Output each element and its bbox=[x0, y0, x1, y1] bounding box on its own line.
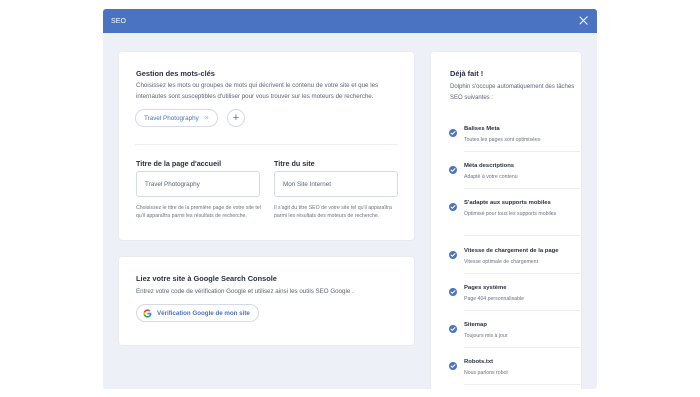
done-item-title: Balises Meta bbox=[464, 126, 500, 132]
keyword-tag[interactable]: Travel Photography × bbox=[135, 109, 218, 127]
check-icon bbox=[449, 166, 457, 174]
done-item-title: Méta descriptions bbox=[464, 163, 515, 169]
homepage-title-label: Titre de la page d'accueil bbox=[136, 159, 222, 168]
homepage-title-help: Choisissez le titre de la première page … bbox=[136, 205, 261, 219]
site-title-help: Il s'agit du titre SEO de votre site tel… bbox=[274, 205, 392, 219]
seo-modal: SEO Gestion des mots-clés Choisissez les… bbox=[103, 9, 597, 389]
google-icon bbox=[143, 308, 152, 318]
done-item-subtitle: Nous parlons robot bbox=[464, 370, 508, 376]
check-icon bbox=[449, 251, 457, 259]
already-done-title: Déjà fait ! bbox=[450, 69, 484, 78]
modal-title: SEO bbox=[111, 17, 127, 25]
divider bbox=[135, 144, 398, 145]
search-console-card: Liez votre site à Google Search Console … bbox=[119, 257, 414, 345]
already-done-description: Dolphin s'occupe automatiquement des tâc… bbox=[450, 84, 575, 101]
divider bbox=[464, 151, 580, 152]
site-title-label: Titre du site bbox=[274, 159, 315, 168]
divider bbox=[464, 347, 580, 348]
homepage-title-input[interactable]: Travel Photography bbox=[136, 171, 260, 197]
divider bbox=[464, 188, 580, 189]
divider bbox=[464, 235, 580, 236]
remove-tag-icon[interactable]: × bbox=[205, 115, 209, 122]
site-title-input[interactable]: Mon Site Internet bbox=[274, 171, 398, 197]
already-done-card: Déjà fait ! Dolphin s'occupe automatique… bbox=[431, 52, 581, 389]
search-console-description: Entrez votre code de vérification Google… bbox=[136, 288, 354, 295]
divider bbox=[464, 310, 580, 311]
done-item-subtitle: Vitesse optimale de chargement bbox=[464, 259, 539, 265]
done-item-subtitle: Toujours mis à jour bbox=[464, 333, 508, 339]
done-item-subtitle: Optimisé pour tous les supports mobiles bbox=[464, 211, 557, 217]
check-icon bbox=[449, 129, 457, 137]
google-verification-button[interactable]: Vérification Google de mon site bbox=[136, 304, 259, 322]
done-item-subtitle: Adapté à votre contenu bbox=[464, 174, 518, 180]
modal-header: SEO bbox=[103, 9, 597, 33]
google-verification-label: Vérification Google de mon site bbox=[157, 309, 250, 317]
done-item-subtitle: Toutes les pages sont optimisées bbox=[464, 137, 541, 143]
done-item-title: Pages système bbox=[464, 285, 507, 291]
done-item-subtitle: Page 404 personnalisable bbox=[464, 296, 524, 302]
keywords-card: Gestion des mots-clés Choisissez les mot… bbox=[119, 52, 414, 240]
done-item-title: Robots.txt bbox=[464, 359, 494, 365]
done-item-title: Vitesse de chargement de la page bbox=[464, 248, 559, 254]
keywords-description: Choisissez les mots ou groupes de mots q… bbox=[136, 82, 379, 100]
search-console-title: Liez votre site à Google Search Console bbox=[136, 274, 277, 283]
keywords-title: Gestion des mots-clés bbox=[136, 69, 215, 78]
close-icon[interactable] bbox=[577, 15, 589, 27]
done-item-title: Sitemap bbox=[464, 322, 487, 328]
divider bbox=[464, 384, 580, 385]
check-icon bbox=[449, 362, 457, 370]
check-icon bbox=[449, 203, 457, 211]
done-item-title: S'adapte aux supports mobiles bbox=[464, 200, 551, 206]
check-icon bbox=[449, 288, 457, 296]
divider bbox=[464, 273, 580, 274]
keyword-tag-label: Travel Photography bbox=[144, 114, 199, 122]
check-icon bbox=[449, 325, 457, 333]
add-keyword-button[interactable]: + bbox=[227, 109, 245, 127]
